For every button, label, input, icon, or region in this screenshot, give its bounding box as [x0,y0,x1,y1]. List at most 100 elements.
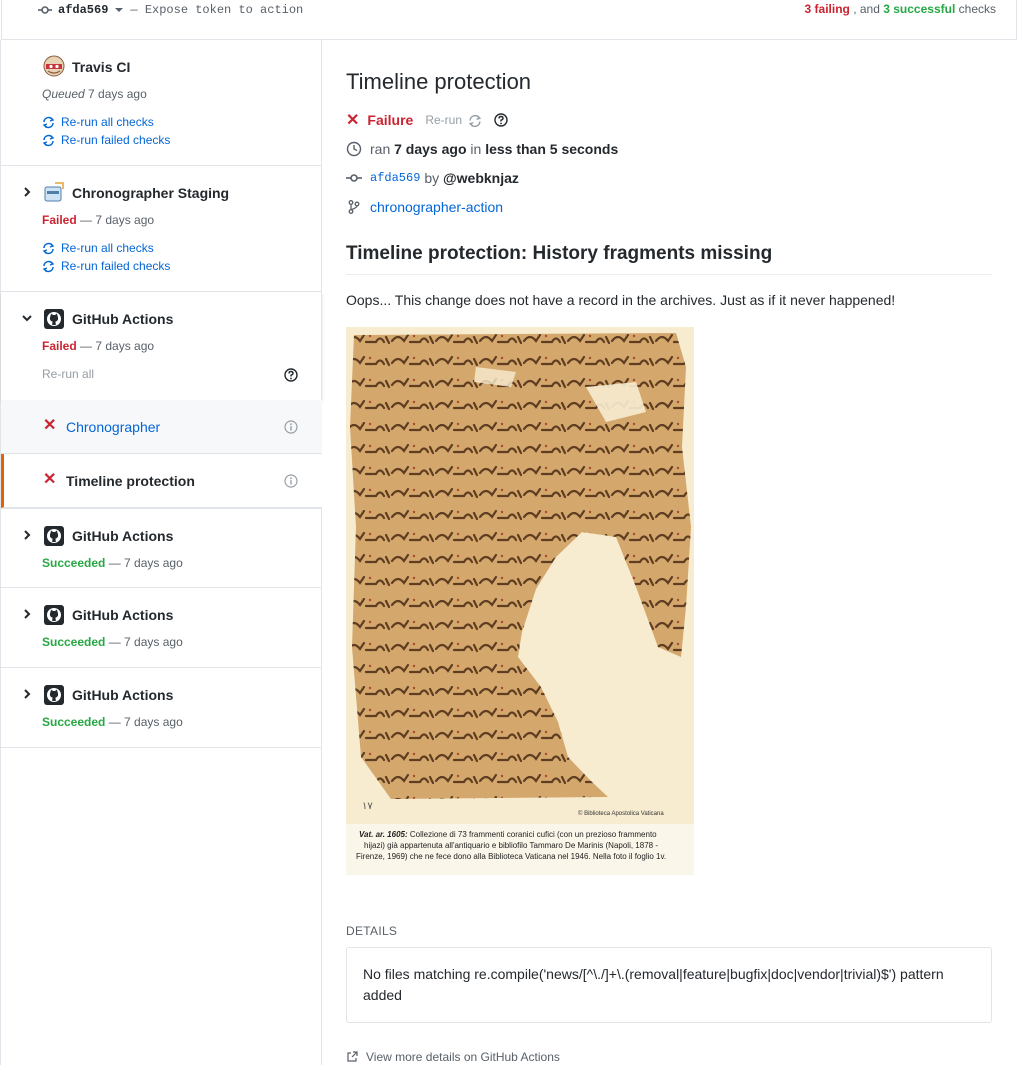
in-label: in [470,141,482,157]
suite-time: — 7 days ago [108,556,183,570]
suite-time: 7 days ago [88,87,147,101]
sync-icon [42,242,55,254]
details-label: DETAILS [346,924,398,938]
commit-sha-link[interactable]: afda569 [370,171,420,185]
info-icon[interactable] [284,474,298,488]
summary-and: , and [853,2,880,16]
commit-selector[interactable]: afda569 — Expose token to action [38,3,303,17]
suite-time: — 7 days ago [108,715,183,729]
caption-title: Vat. ar. 1605: [359,830,408,839]
suite-time: — 7 days ago [80,213,155,227]
image-credit: © Biblioteca Apostolica Vaticana [578,810,664,817]
suite-github-actions-succeeded[interactable]: GitHub Actions Succeeded — 7 days ago [1,668,322,748]
check-run-chronographer[interactable]: ✕ Chronographer [1,400,322,454]
summary-checks: checks [958,2,996,16]
caret-down-icon [115,8,124,12]
summary-text: Oops... This change does not have a reco… [346,292,896,308]
rerun-all-checks-link[interactable]: Re-run all checks [42,241,154,255]
rerun-all-button[interactable]: Re-run all [42,367,94,381]
rerun-failed-label: Re-run failed checks [61,259,171,273]
ran-when: 7 days ago [394,141,467,157]
question-icon[interactable] [494,113,508,127]
suite-travis-ci[interactable]: Travis CI Queued 7 days ago Re-run all c… [1,40,322,166]
chevron-down-icon[interactable] [21,312,33,324]
github-logo-icon [44,685,64,705]
chevron-right-icon[interactable] [21,608,33,620]
commit-message: — Expose token to action [130,3,304,17]
chevron-right-icon[interactable] [21,529,33,541]
state-failed: Failed [42,339,77,353]
caption-line-3: Firenze, 1969) che ne fece dono alla Bib… [356,852,666,861]
rerun-all-label: Re-run all checks [61,241,154,255]
suite-name: Chronographer Staging [72,185,230,201]
details-text: No files matching re.compile('news/[^\./… [346,947,992,1023]
view-more-link[interactable]: View more details on GitHub Actions [346,1050,560,1064]
run-duration: less than 5 seconds [485,141,619,157]
rerun-failed-label: Re-run failed checks [61,133,171,147]
rerun-button[interactable]: Re-run [425,113,462,127]
check-run-name: Chronographer [66,419,161,435]
suite-name: GitHub Actions [72,607,174,623]
conclusion-label: Failure [367,112,414,128]
suite-status: Failed — 7 days ago [42,213,154,227]
page-title: Timeline protection [346,69,532,94]
external-link-icon [347,1051,358,1062]
successful-count: 3 successful [883,2,956,16]
manuscript-image: ١٧ © Biblioteca Apostolica Vaticana Vat.… [346,327,694,875]
git-branch-icon [348,200,360,214]
sync-icon [42,260,55,272]
x-icon: ✕ [346,112,360,129]
suite-time: — 7 days ago [80,339,155,353]
state-succeeded: Succeeded [42,635,106,649]
question-icon[interactable] [284,368,298,382]
suite-status: Queued 7 days ago [42,87,147,101]
github-logo-icon [44,605,64,625]
sync-icon[interactable] [468,114,482,128]
commit-header: afda569 — Expose token to action 3 faili… [1,0,1017,40]
info-icon[interactable] [284,420,298,434]
commit-icon [38,6,52,14]
x-icon: ✕ [43,417,57,434]
check-run-timeline-protection[interactable]: ✕ Timeline protection [1,454,322,508]
x-icon: ✕ [43,471,57,488]
summary-heading: Timeline protection: History fragments m… [346,243,992,275]
github-logo-icon [44,526,64,546]
branch-row: chronographer-action [346,199,503,215]
github-logo-icon [44,309,64,329]
commit-sha: afda569 [58,3,109,17]
ran-label: ran [370,141,391,157]
suite-chronographer-staging[interactable]: Chronographer Staging Failed — 7 days ag… [1,166,322,292]
caption-line-1: Vat. ar. 1605: Collezione di 73 framment… [359,830,657,839]
rerun-failed-checks-link[interactable]: Re-run failed checks [42,259,170,273]
state-failed: Failed [42,213,77,227]
suite-time: — 7 days ago [108,635,183,649]
sync-icon [42,116,55,128]
state-succeeded: Succeeded [42,715,106,729]
suite-status: Succeeded — 7 days ago [42,715,183,729]
suite-name: GitHub Actions [72,528,174,544]
chevron-right-icon[interactable] [21,688,33,700]
caption-line-2: hijazi) già appartenuta all'antiquario e… [364,841,658,850]
suite-github-actions-succeeded[interactable]: GitHub Actions Succeeded — 7 days ago [1,588,322,668]
suite-github-actions-succeeded[interactable]: GitHub Actions Succeeded — 7 days ago [1,508,322,588]
state-queued: Queued [42,87,85,101]
branch-link[interactable]: chronographer-action [370,199,503,215]
author-link[interactable]: @webknjaz [443,170,519,186]
suite-status: Succeeded — 7 days ago [42,556,183,570]
manuscript-illustration: ١٧ © Biblioteca Apostolica Vaticana Vat.… [346,327,694,875]
check-run-name: Timeline protection [66,473,195,489]
rerun-all-checks-link[interactable]: Re-run all checks [42,115,154,129]
suite-name: Travis CI [72,59,131,75]
chevron-right-icon[interactable] [21,186,33,198]
commit-icon [346,174,362,182]
rerun-all-label: Re-run all checks [61,115,154,129]
checks-summary: 3 failing , and 3 successful checks [805,2,996,16]
suite-github-actions-failed[interactable]: GitHub Actions Failed — 7 days ago Re-ru… [1,292,322,400]
by-label: by [424,170,440,186]
rerun-failed-checks-link[interactable]: Re-run failed checks [42,133,170,147]
suite-status: Failed — 7 days ago [42,339,154,353]
commit-row: afda569 by @webknjaz [346,170,519,186]
run-time-row: ran 7 days ago in less than 5 seconds [346,141,618,157]
sync-icon [42,134,55,146]
caption-text-1: Collezione di 73 frammenti coranici cufi… [408,830,658,839]
